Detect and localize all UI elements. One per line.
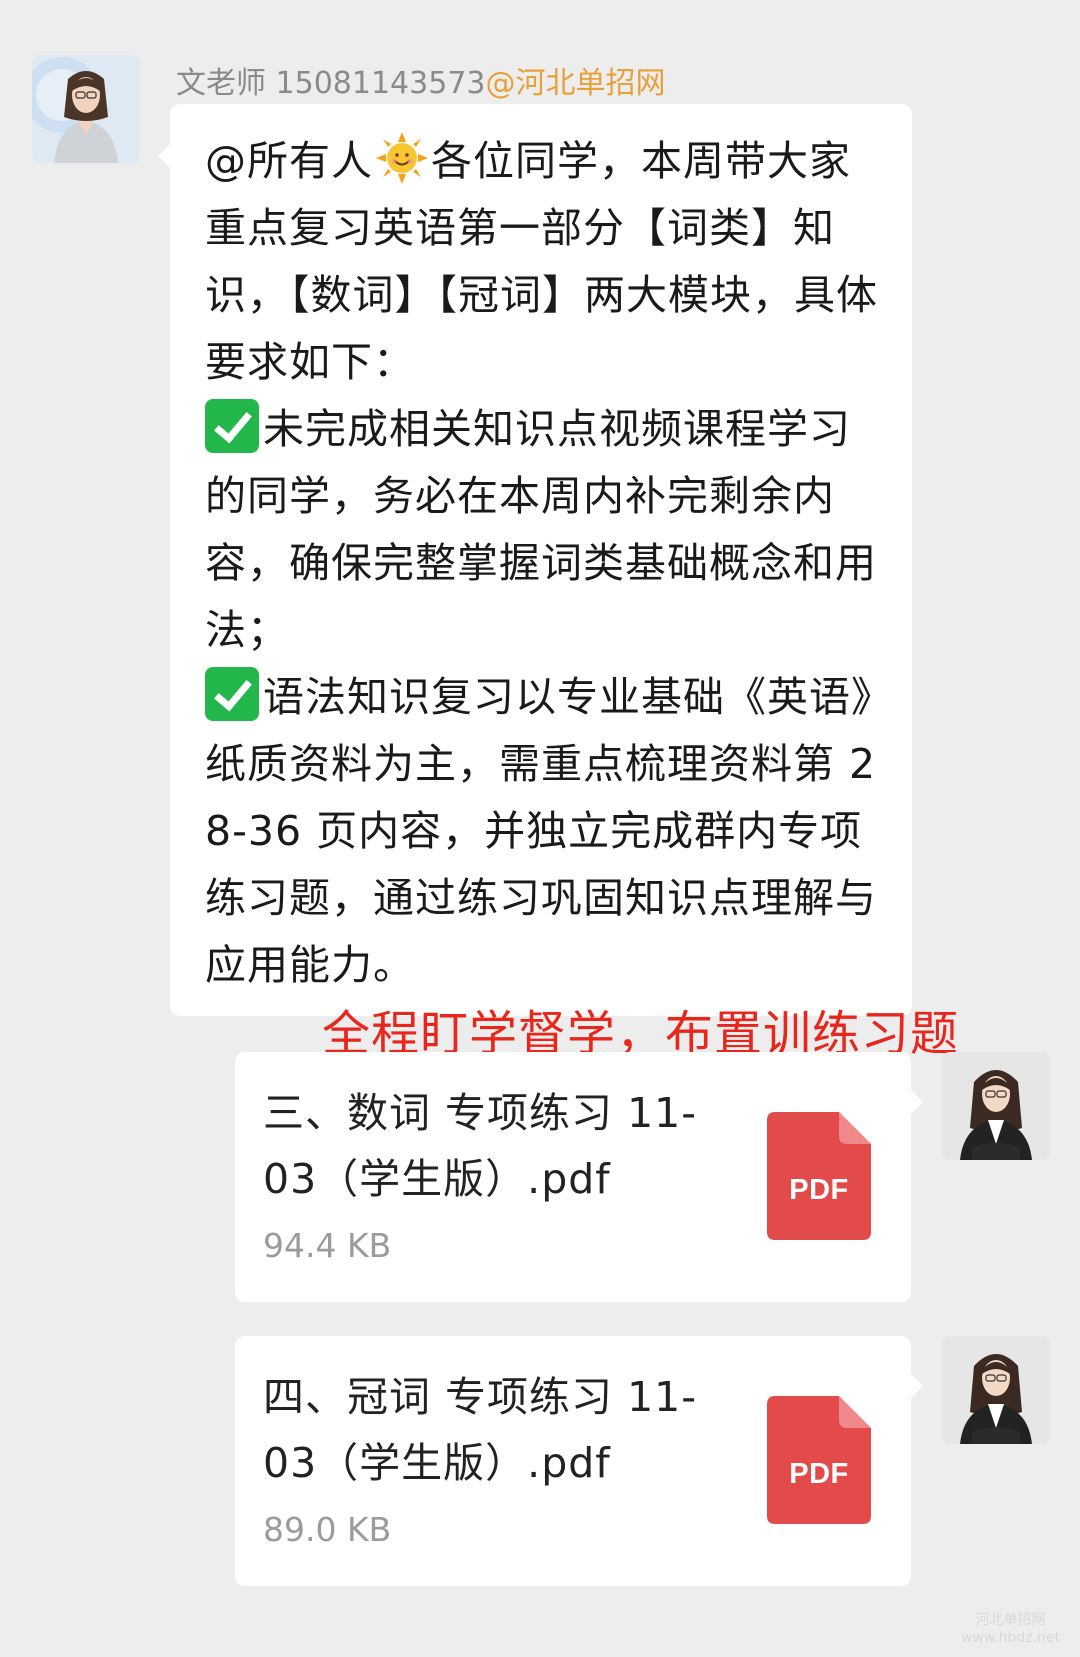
sender-name: 文老师 15081143573@河北单招网 xyxy=(176,58,666,102)
file-name: 四、冠词 专项练习 11-03（学生版）.pdf xyxy=(263,1373,698,1487)
message-paragraph-task-2: 语法知识复习以专业基础《英语》纸质资料为主，需重点梳理资料第 28-36 页内容… xyxy=(205,664,884,999)
file-message-card[interactable]: 三、数词 专项练习 11-03（学生版）.pdf 94.4 KB PDF xyxy=(235,1052,923,1302)
watermark-line-2: www.hbdz.net xyxy=(961,1630,1060,1646)
sun-emoji-icon xyxy=(375,131,429,185)
message-paragraph-task-1: 未完成相关知识点视频课程学习的同学，务必在本周内补完剩余内容，确保完整掌握词类基… xyxy=(205,396,884,664)
pdf-file-icon: PDF xyxy=(767,1112,871,1240)
pdf-icon-label: PDF xyxy=(789,1458,849,1490)
sender-avatar[interactable] xyxy=(32,55,140,163)
pdf-file-icon: PDF xyxy=(767,1396,871,1524)
watermark: 河北单招网 www.hbdz.net xyxy=(961,1611,1060,1647)
watermark-line-1: 河北单招网 xyxy=(975,1612,1046,1628)
sender-name-text: 文老师 15081143573 xyxy=(176,66,486,101)
file-size: 89.0 KB xyxy=(263,1510,392,1549)
my-avatar[interactable] xyxy=(942,1052,1050,1160)
file-name: 三、数词 专项练习 11-03（学生版）.pdf xyxy=(263,1089,698,1203)
sender-site-tag: @河北单招网 xyxy=(485,66,666,101)
file-message-card[interactable]: 四、冠词 专项练习 11-03（学生版）.pdf 89.0 KB PDF xyxy=(235,1336,923,1586)
my-avatar[interactable] xyxy=(942,1336,1050,1444)
file-size: 94.4 KB xyxy=(263,1226,392,1265)
mention-all: @所有人 xyxy=(205,137,373,185)
message-task-1-text: 未完成相关知识点视频课程学习的同学，务必在本周内补完剩余内容，确保完整掌握词类基… xyxy=(205,405,877,654)
pdf-icon-label: PDF xyxy=(789,1174,849,1206)
check-mark-icon xyxy=(205,667,259,721)
message-paragraph-intro: @所有人 各位同学，本周带大家重点复习英语第一部分【词类】知识，【数词】【冠词】两… xyxy=(205,128,884,396)
check-mark-icon xyxy=(205,399,259,453)
message-task-2-text: 语法知识复习以专业基础《英语》纸质资料为主，需重点梳理资料第 28-36 页内容… xyxy=(205,673,877,989)
text-message-bubble[interactable]: @所有人 各位同学，本周带大家重点复习英语第一部分【词类】知识，【数词】【冠词】两… xyxy=(158,104,912,1016)
